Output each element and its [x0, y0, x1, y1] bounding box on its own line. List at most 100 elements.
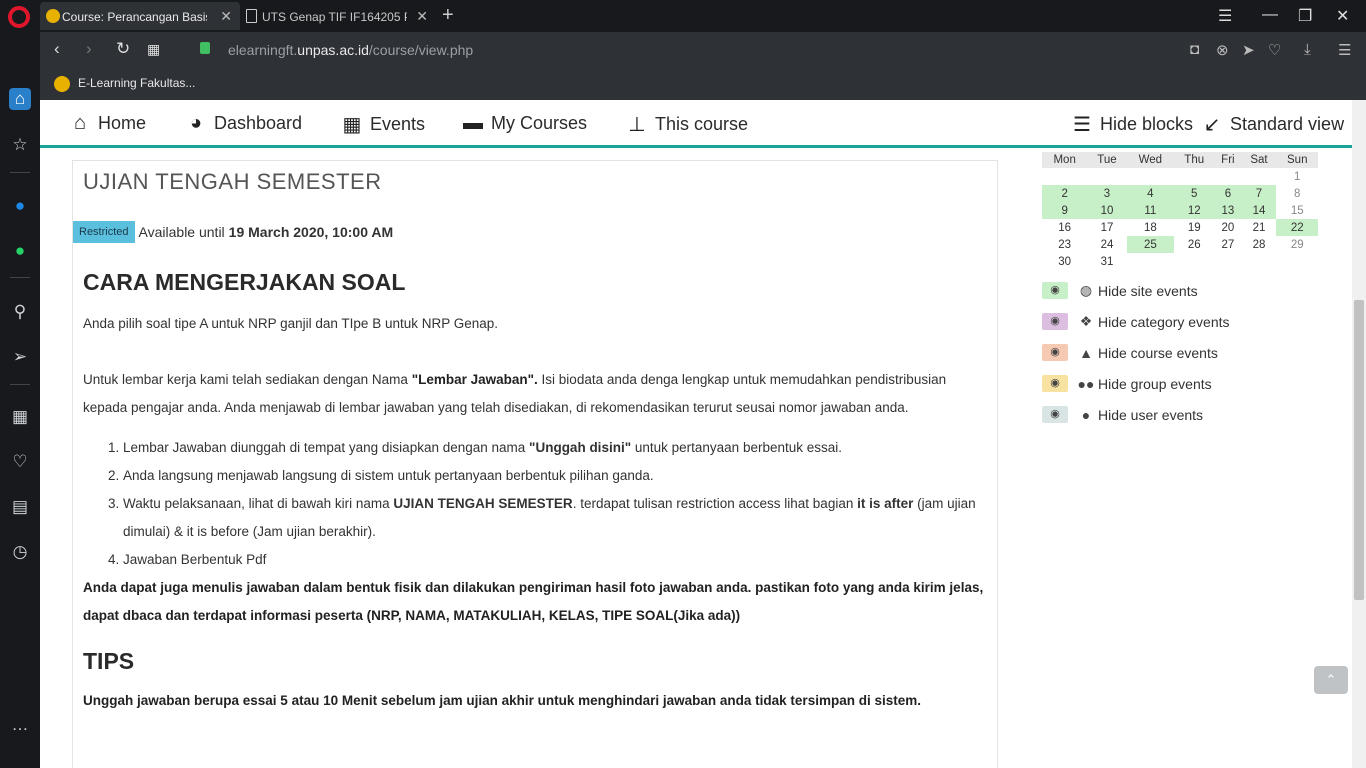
bookmark-elearning[interactable]: E-Learning Fakultas...	[78, 76, 195, 90]
calendar-day[interactable]: 28	[1241, 236, 1276, 253]
home-icon[interactable]: ⌂	[9, 88, 31, 110]
section-title[interactable]: UJIAN TENGAH SEMESTER	[83, 169, 987, 195]
send-icon[interactable]: ➢	[9, 346, 31, 368]
event-filter-label[interactable]: Hide group events	[1098, 376, 1212, 392]
nav-my-courses-label: My Courses	[491, 113, 588, 133]
close-icon[interactable]: ✕	[220, 8, 232, 25]
nav-my-courses[interactable]: ▬ My Courses	[461, 112, 587, 135]
settings-icon[interactable]: ☰	[1338, 41, 1351, 59]
camera-icon[interactable]: ◘	[1190, 41, 1199, 58]
event-filter-label[interactable]: Hide course events	[1098, 345, 1218, 361]
speed-dial-icon[interactable]: ▦	[9, 406, 31, 428]
event-filter-label[interactable]: Hide category events	[1098, 314, 1230, 330]
tab-uts[interactable]: UTS Genap TIF IF164205 Pe ✕	[240, 2, 436, 30]
calendar-day[interactable]: 24	[1087, 236, 1126, 253]
calendar-day[interactable]: 11	[1126, 202, 1175, 219]
calendar-day[interactable]: 21	[1241, 219, 1276, 236]
url-prefix: elearningft.	[228, 42, 298, 58]
eye-icon[interactable]: ◉	[1042, 344, 1068, 361]
event-filter[interactable]: ◉ ● Hide user events	[1042, 404, 1332, 425]
calendar-day[interactable]: 13	[1214, 202, 1242, 219]
event-filter-label[interactable]: Hide user events	[1098, 407, 1203, 423]
heart-icon[interactable]: ♡	[1268, 41, 1281, 59]
news-icon[interactable]: ▤	[9, 496, 31, 518]
calendar-day[interactable]: 23	[1042, 236, 1087, 253]
eye-icon[interactable]: ◉	[1042, 282, 1068, 299]
minimize-icon[interactable]: —	[1262, 6, 1278, 24]
maximize-icon[interactable]: ❐	[1298, 6, 1312, 26]
calendar-day[interactable]: 27	[1214, 236, 1241, 253]
hide-blocks-button[interactable]: ☰ Hide blocks	[1070, 112, 1193, 137]
download-icon[interactable]: ⤓	[1304, 41, 1311, 58]
reload-icon[interactable]: ↻	[116, 39, 130, 59]
calendar-day[interactable]: 5	[1174, 185, 1215, 202]
calendar-day[interactable]: 14	[1241, 202, 1277, 219]
event-filter-label[interactable]: Hide site events	[1098, 283, 1198, 299]
page-scrollbar[interactable]	[1352, 100, 1366, 768]
heart-icon[interactable]: ♡	[9, 451, 31, 473]
opera-logo-icon[interactable]	[8, 6, 30, 28]
calendar-day[interactable]: 25	[1126, 236, 1175, 253]
calendar-day[interactable]: 2	[1042, 185, 1088, 202]
document-icon	[246, 9, 257, 23]
back-icon[interactable]: ‹	[54, 39, 60, 59]
calendar-day[interactable]: 22	[1276, 219, 1318, 236]
calendar-day[interactable]: 20	[1214, 219, 1241, 236]
calendar-header: Mon Tue Wed Thu Fri Sat Sun	[1042, 152, 1318, 168]
calendar-day[interactable]: 10	[1087, 202, 1127, 219]
calendar-day[interactable]: 30	[1042, 253, 1087, 270]
calendar-day[interactable]: 15	[1276, 202, 1318, 219]
calendar-day[interactable]: 7	[1241, 185, 1277, 202]
whatsapp-icon[interactable]: ●	[9, 240, 31, 262]
step1-text-a: Lembar Jawaban diunggah di tempat yang d…	[123, 440, 530, 455]
event-filter[interactable]: ◉ ❖ Hide category events	[1042, 311, 1332, 332]
messenger-icon[interactable]: ●	[9, 195, 31, 217]
more-icon[interactable]: …	[9, 714, 31, 736]
star-icon[interactable]: ☆	[9, 134, 31, 156]
nav-this-course[interactable]: ⊥ This course	[625, 112, 748, 137]
lock-icon[interactable]	[200, 42, 210, 54]
eye-icon[interactable]: ◉	[1042, 313, 1068, 330]
tab-menu-icon[interactable]: ☰	[1218, 6, 1232, 26]
calendar-day[interactable]: 17	[1087, 219, 1126, 236]
calendar-day[interactable]: 29	[1276, 236, 1318, 253]
eye-icon[interactable]: ◉	[1042, 406, 1068, 423]
calendar-day[interactable]: 19	[1174, 219, 1214, 236]
list-item: Waktu pelaksanaan, lihat di bawah kiri n…	[123, 490, 987, 546]
calendar-day[interactable]: 16	[1042, 219, 1087, 236]
eye-icon[interactable]: ◉	[1042, 375, 1068, 392]
calendar-day[interactable]: 6	[1214, 185, 1242, 202]
calendar-day[interactable]: 8	[1276, 185, 1318, 202]
search-icon[interactable]: ⚲	[9, 301, 31, 323]
event-filter[interactable]: ◉ ◍ Hide site events	[1042, 280, 1332, 301]
calendar-day[interactable]: 18	[1127, 219, 1175, 236]
calendar-day[interactable]: 3	[1087, 185, 1127, 202]
send-icon[interactable]: ➤	[1242, 41, 1255, 59]
adblock-icon[interactable]: ⊗	[1216, 41, 1229, 59]
calendar-day	[1174, 253, 1214, 270]
history-icon[interactable]: ◷	[9, 541, 31, 563]
calendar-day[interactable]: 1	[1276, 168, 1318, 185]
tabs-grid-icon[interactable]: ▦	[147, 41, 160, 58]
calendar-day[interactable]: 4	[1126, 185, 1175, 202]
url-field[interactable]: elearningft.unpas.ac.id/course/view.php	[228, 42, 473, 58]
calendar-day	[1174, 168, 1214, 185]
window-close-icon[interactable]: ✕	[1336, 6, 1349, 26]
event-filter[interactable]: ◉ ▲ Hide course events	[1042, 342, 1332, 363]
calendar-day[interactable]: 9	[1042, 202, 1088, 219]
calendar-day[interactable]: 31	[1087, 253, 1126, 270]
nav-dashboard[interactable]: ◕ Dashboard	[184, 112, 302, 135]
calendar-day[interactable]: 12	[1174, 202, 1215, 219]
event-filters: ◉ ◍ Hide site events ◉ ❖ Hide category events…	[1042, 280, 1332, 425]
close-icon[interactable]: ✕	[416, 8, 428, 25]
calendar-day[interactable]: 26	[1174, 236, 1214, 253]
nav-events[interactable]: ▦ Events	[340, 112, 425, 137]
event-filter[interactable]: ◉ ●● Hide group events	[1042, 373, 1332, 394]
nav-home[interactable]: ⌂ Home	[68, 112, 146, 135]
forward-icon[interactable]: ›	[86, 39, 92, 59]
standard-view-button[interactable]: ↙ Standard view	[1200, 112, 1344, 137]
back-to-top-button[interactable]: ⌃	[1314, 666, 1348, 694]
new-tab-plus-icon[interactable]: +	[442, 4, 454, 27]
tab-course[interactable]: Course: Perancangan Basis ✕	[40, 2, 240, 30]
scrollbar-thumb[interactable]	[1354, 300, 1364, 600]
